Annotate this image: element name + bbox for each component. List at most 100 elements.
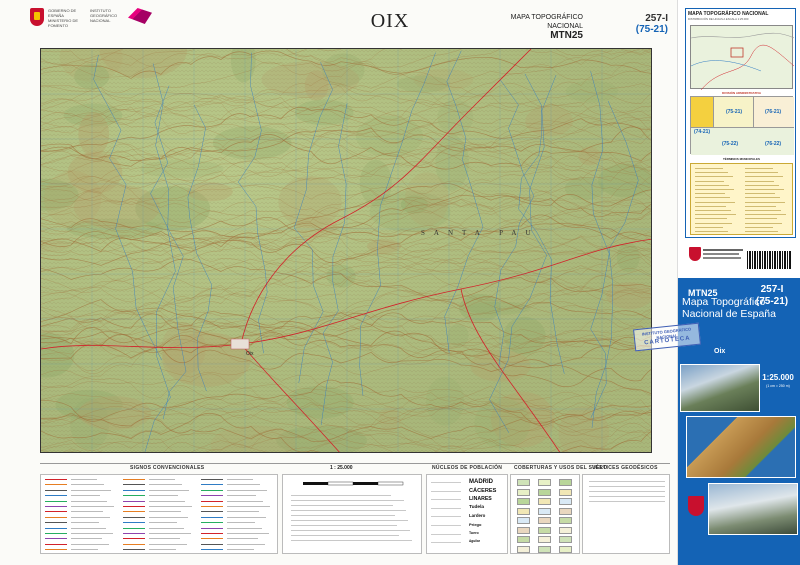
map-sheet: GOBIERNO DE ESPAÑA MINISTERIO DE FOMENTO… [0,0,800,565]
legend-text-placeholder [227,489,267,491]
legend-symbol [123,495,145,497]
mtn-line-2: MTN25 [550,30,583,41]
legend-symbol [123,527,145,529]
cover-place: Oix [714,348,726,355]
land-cover-swatch [538,479,551,486]
land-cover-swatch [538,526,551,534]
logo-line-ministry: MINISTERIO DE FOMENTO [48,18,79,28]
government-logo: GOBIERNO DE ESPAÑA MINISTERIO DE FOMENTO… [30,8,160,32]
relief-patch [437,99,474,135]
logo-line-government: GOBIERNO DE ESPAÑA [48,8,77,18]
legend-symbol [201,543,223,545]
relief-patch [74,64,110,90]
land-cover-swatch [559,545,572,553]
legend-symbol [45,527,67,529]
legend-text-placeholder [71,522,99,524]
publisher-line-3 [703,257,741,259]
sheet-grid-value: (75-21) [635,24,668,35]
relief-patch [140,159,224,178]
legend-text-placeholder [149,479,175,480]
legend-text-placeholder [227,506,270,507]
nucleo-desc-placeholder [431,499,461,501]
legend-text-placeholder [149,533,191,534]
termino-line [695,189,734,190]
relief-patch [161,322,206,375]
legend-symbol [123,538,145,540]
legend-text-placeholder [71,543,109,545]
termino-line [695,172,728,174]
scale-note-line [291,535,399,536]
index-subtitle: DISTRIBUCIÓN DE HOJAS A ESCALA 1:25.000 [688,17,749,21]
legend-vertices-box [582,474,670,554]
nucleo-desc-placeholder [431,525,461,526]
cover-scale-sub: (1 cm = 250 m) [766,384,790,388]
legend-symbol [201,549,223,551]
legend-symbol [123,511,145,513]
land-cover-swatch [517,498,530,505]
legend-text-placeholder [71,500,107,502]
termino-line [695,197,730,199]
legend-text-placeholder [71,511,103,513]
termino-line [695,210,731,211]
legend-text-placeholder [71,479,97,480]
termino-line [695,231,728,232]
admin-grid: (74-21) (75-21) (76-21) (75-22) (76-22) [690,96,794,155]
sheet-title: OIX [370,10,410,32]
legend-text-placeholder [227,522,255,524]
termino-line [745,193,775,195]
ign-logo-icon [128,8,152,24]
legend-text-placeholder [227,549,254,551]
relief-patch [278,175,342,228]
termino-line [695,218,727,220]
land-cover-swatch [559,536,572,543]
sheet-index-box: MAPA TOPOGRÁFICO NACIONAL DISTRIBUCIÓN D… [685,8,796,238]
legend-symbol [45,533,67,534]
topographic-map[interactable]: Oix SANTA PAU [40,48,652,453]
legend-text-placeholder [227,484,260,486]
legend-text-placeholder [149,506,192,507]
land-cover-swatch [538,507,551,515]
legend-symbol [123,479,145,480]
barcode [747,251,791,269]
legend-text-placeholder [227,538,258,540]
termino-line [745,222,782,224]
land-cover-swatch [538,517,551,524]
land-cover-swatch [559,498,572,505]
admin-cell-7621: (76-21) [764,109,782,115]
termino-line [745,184,779,186]
admin-cell-7622: (76-22) [764,141,782,147]
scale-note-line [291,510,406,511]
termino-line [695,168,723,169]
admin-cell-7421: (74-21) [693,129,711,135]
land-cover-swatch [559,526,572,534]
legend-symbol [45,495,67,497]
map-canvas[interactable]: Oix SANTA PAU [41,49,652,453]
legend-vertices-title: VÉRTICES GEODÉSICOS [592,465,658,471]
legend-symbol [201,522,223,524]
legend-text-placeholder [149,527,184,529]
spain-coat-of-arms-icon [30,8,44,26]
termino-line [745,205,776,207]
land-cover-swatch [559,488,572,496]
termino-line [745,218,777,220]
nucleo-example: Tuero [469,530,479,535]
relief-patch [404,172,449,226]
legend-text-placeholder [71,506,114,507]
legend-symbol [201,506,223,507]
legend-scale-box [282,474,422,554]
place-label-oix: Oix [246,351,254,357]
legend-symbol [201,479,223,480]
legend-symbol [45,516,67,518]
ign-text: INSTITUTO GEOGRÁFICO NACIONAL [90,8,124,32]
termino-line [695,180,724,182]
termino-line [745,172,778,174]
legend-nucleos-box: MADRID CÁCERES LINARES Tudela Lardero Priego T… [426,474,508,554]
cover-title: Mapa Topográfico Nacional de España [682,296,776,320]
nucleo-desc-placeholder [431,490,461,492]
scale-note-line [291,515,395,516]
terminos-title: TÉRMINOS MUNICIPALES [722,157,761,161]
land-cover-swatch [517,517,530,524]
nucleo-example: Tudela [469,504,485,510]
location-mini-map [690,25,795,91]
legend-signos-box [40,474,278,554]
